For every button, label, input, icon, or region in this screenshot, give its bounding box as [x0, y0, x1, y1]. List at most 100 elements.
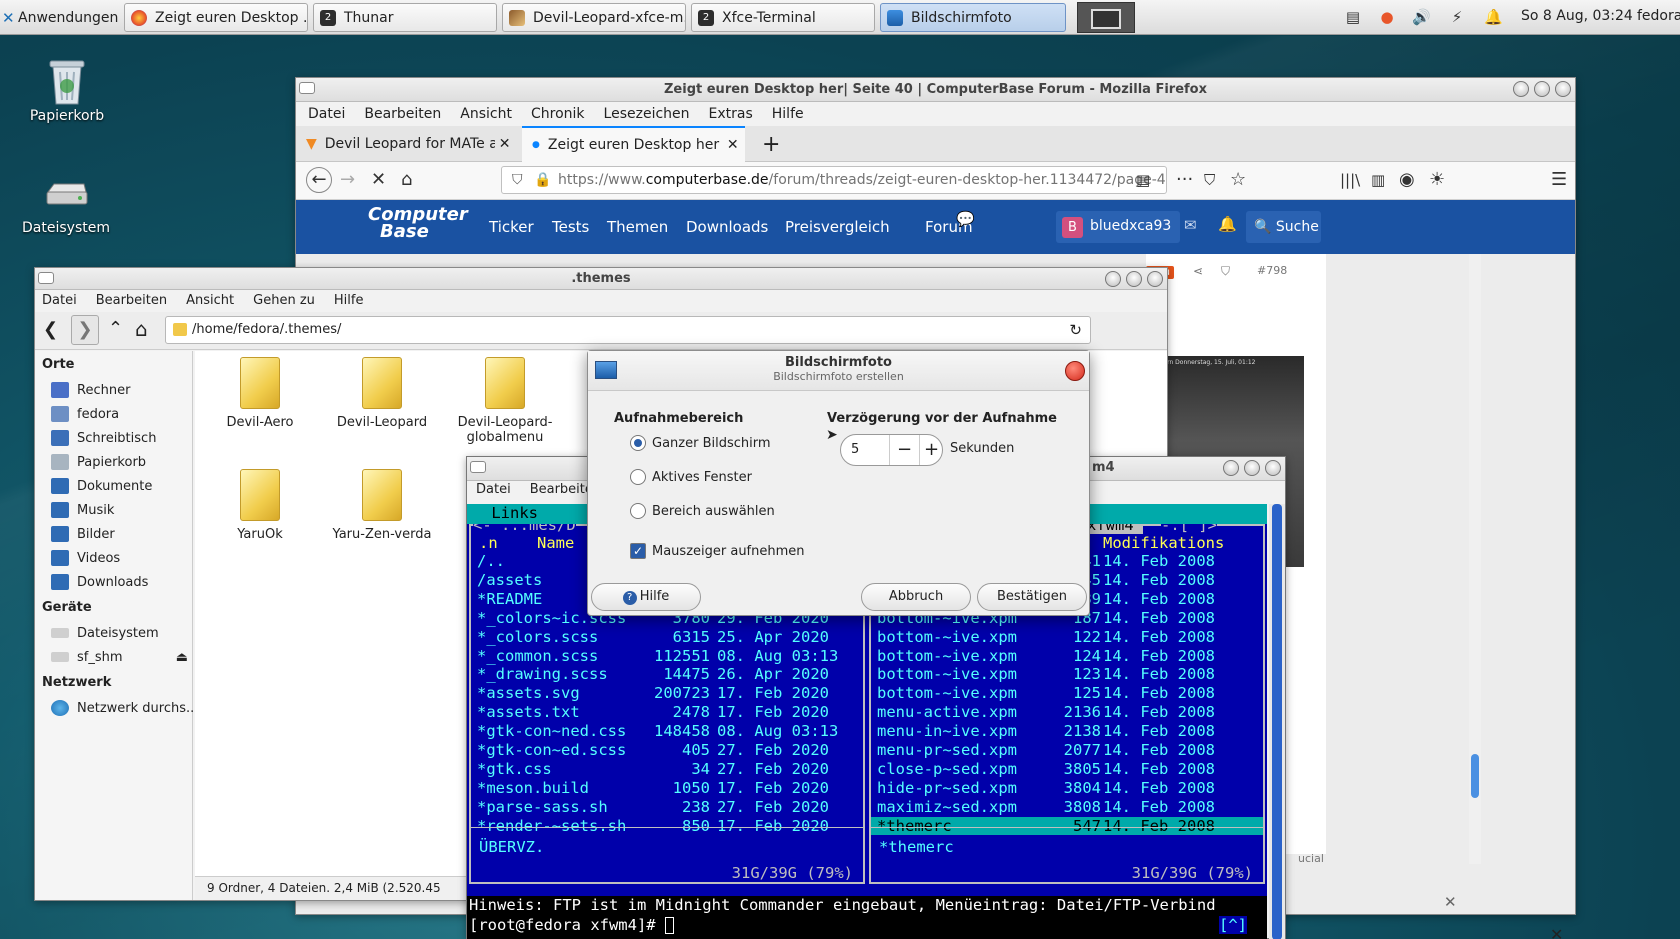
forward-button[interactable]: →: [340, 171, 355, 189]
library-icon[interactable]: |||\: [1340, 171, 1360, 189]
file-row[interactable]: *_common.scss 112551 08. Aug 03:13: [471, 647, 863, 665]
menu-gehen-zu[interactable]: Gehen zu: [253, 293, 315, 308]
menu-ansicht[interactable]: Ansicht: [460, 106, 512, 122]
menu-bearbeiten[interactable]: Bearbeite: [530, 482, 593, 497]
window-titlebar[interactable]: .themes: [35, 268, 1167, 290]
bookmark-icon[interactable]: ⛉: [1221, 264, 1230, 279]
task-terminal[interactable]: 2 Xfce-Terminal: [691, 3, 875, 32]
shield-icon[interactable]: ⛉: [512, 167, 523, 193]
menu-hilfe[interactable]: Hilfe: [334, 293, 364, 308]
dismiss-icon[interactable]: ✕: [1444, 893, 1457, 911]
menu-ansicht[interactable]: Ansicht: [186, 293, 234, 308]
account-icon[interactable]: ◉: [1399, 171, 1415, 189]
folder-item[interactable]: Devil-Leopard: [322, 357, 442, 430]
file-row[interactable]: *gtk.css 34 27. Feb 2020: [471, 760, 863, 778]
folder-item[interactable]: Yaru-Zen-verda: [322, 469, 442, 542]
task-thunar[interactable]: 2 Thunar: [313, 3, 497, 32]
menu-bearbeiten[interactable]: Bearbeiten: [96, 293, 167, 308]
menu-hilfe[interactable]: Hilfe: [772, 106, 804, 122]
desktop-icon-trash[interactable]: Papierkorb: [7, 56, 127, 124]
sidebar-item-rechner[interactable]: Rechner: [35, 378, 192, 402]
menu-datei[interactable]: Datei: [308, 106, 345, 122]
mc-menu-links[interactable]: Links: [482, 504, 547, 522]
file-row[interactable]: menu-active.xpm 2136 14. Feb 2008: [871, 703, 1263, 721]
workspace-switcher[interactable]: [1077, 2, 1135, 33]
scrollbar-thumb[interactable]: [1471, 754, 1479, 798]
sidebar-item-bilder[interactable]: Bilder: [35, 522, 192, 546]
location-bar[interactable]: /home/fedora/.themes/ ↻: [165, 316, 1091, 344]
sidebar-item-dateisystem[interactable]: Dateisystem: [35, 621, 192, 645]
help-button[interactable]: ? Hilfe: [591, 583, 701, 611]
home-button[interactable]: ⌂: [135, 317, 148, 341]
terminal-scrollbar[interactable]: [1269, 504, 1285, 939]
file-row[interactable]: hide-pr~sed.xpm 3804 14. Feb 2008: [871, 779, 1263, 797]
bookmark-star-icon[interactable]: ☆: [1230, 171, 1246, 189]
applications-menu[interactable]: ✕ Anwendungen ⋮: [2, 6, 135, 30]
window-menu-icon[interactable]: [38, 272, 54, 284]
task-firefox[interactable]: Zeigt euren Desktop ...: [124, 3, 308, 32]
file-row[interactable]: *_drawing.scss 14475 26. Apr 2020: [471, 665, 863, 683]
file-row[interactable]: *themerc 547 14. Feb 2008: [871, 816, 1263, 835]
reload-icon[interactable]: ↻: [1069, 317, 1082, 343]
new-tab-button[interactable]: +: [752, 126, 782, 162]
sidebar-item-musik[interactable]: Musik: [35, 498, 192, 522]
file-row[interactable]: *render-~sets.sh 850 17. Feb 2020: [471, 817, 863, 835]
file-row[interactable]: bottom-~ive.xpm 122 14. Feb 2008: [871, 628, 1263, 646]
option-active-window[interactable]: Aktives Fenster: [630, 469, 752, 485]
sidebar-item-videos[interactable]: Videos: [35, 546, 192, 570]
cancel-button[interactable]: Abbruch: [861, 583, 971, 611]
file-row[interactable]: *_colors.scss 6315 25. Apr 2020: [471, 628, 863, 646]
file-row[interactable]: *assets.svg 200723 17. Feb 2020: [471, 684, 863, 702]
scrollbar-thumb[interactable]: [1272, 504, 1282, 939]
file-row[interactable]: *gtk-con~ed.scss 405 27. Feb 2020: [471, 741, 863, 759]
task-image-viewer[interactable]: Devil-Leopard-xfce-m...: [502, 3, 686, 32]
back-button[interactable]: ❮: [43, 319, 58, 340]
page-actions-icon[interactable]: ···: [1176, 171, 1193, 189]
file-row[interactable]: *meson.build 1050 17. Feb 2020: [471, 779, 863, 797]
url-bar[interactable]: ⛉ 🔒 https://www.computerbase.de/forum/th…: [501, 166, 1167, 194]
nav-tests[interactable]: Tests: [552, 218, 589, 236]
maximize-button[interactable]: [1126, 271, 1142, 287]
file-row[interactable]: bottom-~ive.xpm 125 14. Feb 2008: [871, 684, 1263, 702]
lock-icon[interactable]: 🔒: [534, 167, 551, 193]
minimize-button[interactable]: [1223, 460, 1239, 476]
menu-datei[interactable]: Datei: [476, 482, 511, 497]
option-full-screen[interactable]: Ganzer Bildschirm: [630, 435, 771, 451]
pocket-icon[interactable]: ⛉: [1204, 171, 1215, 189]
volume-icon[interactable]: 🔊: [1412, 8, 1431, 26]
menu-extras[interactable]: Extras: [709, 106, 753, 122]
minimize-button[interactable]: [1105, 271, 1121, 287]
increment-button[interactable]: +: [919, 435, 943, 465]
sidebar-icon[interactable]: ▥: [1371, 171, 1385, 189]
maximize-button[interactable]: [1244, 460, 1260, 476]
close-notification-icon[interactable]: ✕: [1550, 925, 1563, 939]
nav-ticker[interactable]: Ticker: [489, 218, 534, 236]
tab-zeigt-euren-desktop[interactable]: ● Zeigt euren Desktop her ✕: [522, 126, 745, 162]
post-number[interactable]: #798: [1257, 264, 1287, 277]
tab-close-icon[interactable]: ✕: [727, 137, 739, 153]
window-titlebar[interactable]: Zeigt euren Desktop her| Seite 40 | Comp…: [296, 78, 1575, 102]
file-row[interactable]: *assets.txt 2478 17. Feb 2020: [471, 703, 863, 721]
battery-icon[interactable]: ⚡: [1448, 8, 1466, 26]
menu-datei[interactable]: Datei: [42, 293, 77, 308]
delay-spinner[interactable]: 5 − +: [840, 434, 943, 466]
home-button[interactable]: ⌂: [401, 171, 412, 189]
file-row[interactable]: maximiz~sed.xpm 3808 14. Feb 2008: [871, 798, 1263, 816]
close-button[interactable]: [1065, 361, 1085, 381]
option-select-region[interactable]: Bereich auswählen: [630, 503, 775, 519]
computerbase-logo[interactable]: Computer Base: [368, 206, 468, 241]
clipboard-icon[interactable]: ▤: [1344, 8, 1362, 26]
sidebar-item-papierkorb[interactable]: Papierkorb: [35, 450, 192, 474]
folder-item[interactable]: Devil-Aero: [200, 357, 320, 430]
notification-bell-icon[interactable]: 🔔: [1484, 8, 1503, 26]
stop-button[interactable]: ✕: [371, 171, 386, 189]
file-row[interactable]: *gtk-con~ned.css 148458 08. Aug 03:13: [471, 722, 863, 740]
close-button[interactable]: [1265, 460, 1281, 476]
user-menu[interactable]: fedora: [1637, 8, 1680, 24]
minimize-button[interactable]: [1513, 81, 1529, 97]
tab-close-icon[interactable]: ✕: [499, 136, 511, 152]
menu-bearbeiten[interactable]: Bearbeiten: [364, 106, 441, 122]
parent-folder-button[interactable]: ⌃: [108, 318, 123, 339]
file-row[interactable]: close-p~sed.xpm 3805 14. Feb 2008: [871, 760, 1263, 778]
sidebar-item-dokumente[interactable]: Dokumente: [35, 474, 192, 498]
